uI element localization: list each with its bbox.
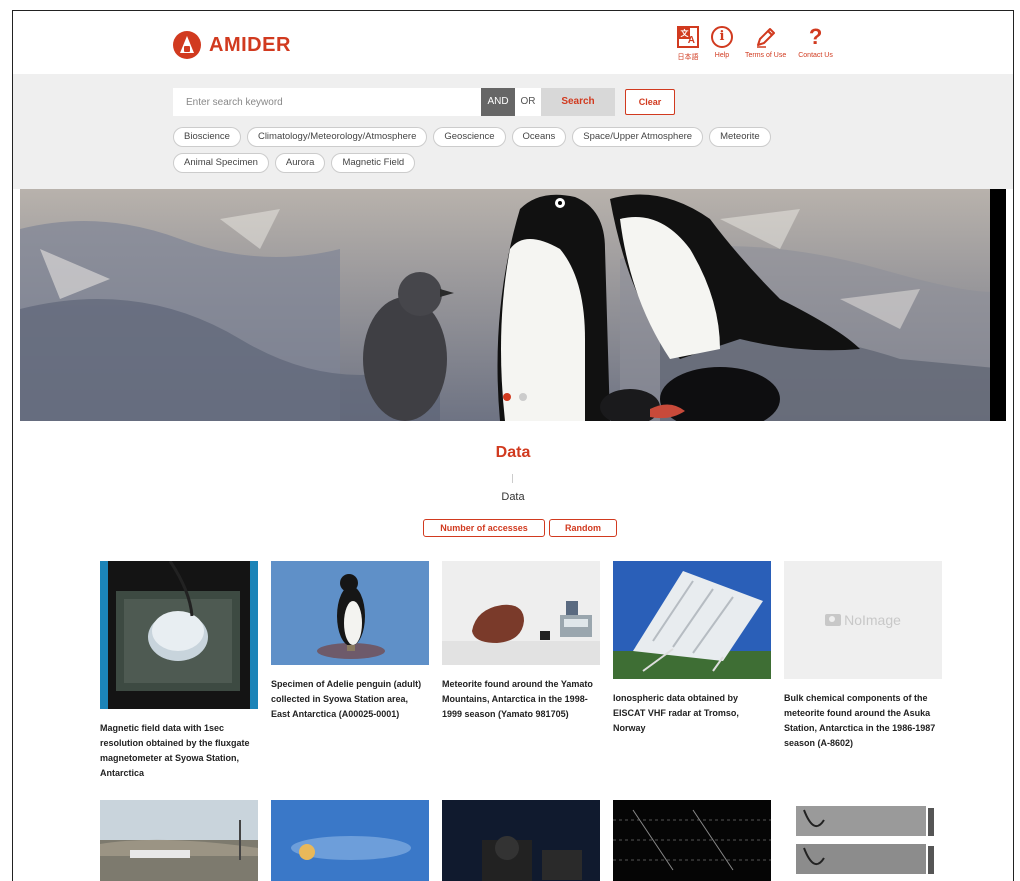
logo-text: AMIDER [209,33,291,56]
data-card[interactable] [442,800,602,881]
search-input[interactable] [173,88,481,116]
logo-mountain-icon [173,31,201,59]
no-image-label: NoImage [844,612,901,628]
category-chip-animal-specimen[interactable]: Animal Specimen [173,153,269,173]
data-card[interactable]: Meteorite found around the Yamato Mounta… [442,561,602,722]
data-card[interactable]: Magnetic field data with 1sec resolution… [100,561,260,781]
nav-item-help[interactable]: i Help [711,25,733,62]
site-header: AMIDER 文A 日本語 i Help Terms of Use ? Cont… [13,11,1013,74]
carousel-dot-1[interactable] [503,393,511,401]
category-chip-aurora[interactable]: Aurora [274,153,326,173]
nav-item-japanese[interactable]: 文A 日本語 [677,25,699,62]
japanese-language-icon: 文A [677,26,699,48]
section-divider [512,474,513,483]
card-title: Bulk chemical components of the meteorit… [784,693,936,748]
category-chip-bioscience[interactable]: Bioscience [173,127,241,147]
carousel-dot-2[interactable] [519,393,527,401]
hero-penguin-image [20,189,1006,421]
section-subtitle: Data [501,491,525,503]
category-chip-space[interactable]: Space/Upper Atmosphere [572,127,704,147]
camera-icon [825,614,842,626]
clear-button[interactable]: Clear [625,89,675,115]
question-icon: ? [808,24,823,49]
category-chip-meteorite[interactable]: Meteorite [709,127,771,147]
carousel-dots [503,393,527,401]
card-title: Specimen of Adelie penguin (adult) colle… [271,679,422,719]
card-no-image-placeholder: NoImage [784,561,942,679]
category-chip-magnetic-field[interactable]: Magnetic Field [331,153,416,173]
card-title: Magnetic field data with 1sec resolution… [100,723,250,778]
page-frame: AMIDER 文A 日本語 i Help Terms of Use ? Cont… [12,10,1014,881]
card-thumbnail [271,561,429,665]
header-nav: 文A 日本語 i Help Terms of Use ? Contact Us [677,24,845,62]
info-icon: i [711,26,733,48]
card-thumbnail [271,800,429,881]
nav-label-help: Help [714,52,730,59]
or-toggle-button[interactable]: OR [515,88,541,116]
search-button[interactable]: Search [541,88,615,116]
section-title: Data [495,444,531,461]
card-title: Meteorite found around the Yamato Mounta… [442,679,593,719]
and-toggle-button[interactable]: AND [481,88,515,116]
card-thumbnail [100,800,258,881]
sort-random-button[interactable]: Random [549,519,617,537]
search-row: AND OR Search Clear [173,88,675,116]
category-chip-geoscience[interactable]: Geoscience [433,127,506,147]
data-card[interactable]: Specimen of Adelie penguin (adult) colle… [271,561,431,722]
pencil-icon [756,28,775,48]
category-chip-oceans[interactable]: Oceans [511,127,567,147]
sort-by-accesses-button[interactable]: Number of accesses [423,519,545,537]
card-thumbnail [442,561,600,665]
nav-item-contact[interactable]: ? Contact Us [798,24,833,62]
nav-item-terms[interactable]: Terms of Use [745,25,786,62]
data-card[interactable] [784,800,944,881]
card-title: Ionospheric data obtained by EISCAT VHF … [613,693,739,733]
nav-label-japanese: 日本語 [677,54,699,61]
sort-buttons: Number of accesses Random [423,519,617,537]
search-panel: AND OR Search Clear Bioscience Climatolo… [13,74,1013,189]
category-chips: Bioscience Climatology/Meteorology/Atmos… [173,127,813,173]
data-card[interactable]: NoImage Bulk chemical components of the … [784,561,944,751]
card-thumbnail [613,800,771,881]
card-thumbnail [100,561,258,709]
data-card[interactable] [613,800,773,881]
card-thumbnail [784,800,942,881]
nav-label-contact: Contact Us [798,52,833,59]
nav-label-terms: Terms of Use [745,52,787,59]
hero-carousel[interactable] [20,189,1006,421]
data-card[interactable] [271,800,431,881]
category-chip-climatology[interactable]: Climatology/Meteorology/Atmosphere [246,127,428,147]
data-card[interactable]: Ionospheric data obtained by EISCAT VHF … [613,561,773,736]
card-thumbnail [613,561,771,679]
data-card[interactable] [100,800,260,881]
card-thumbnail [442,800,600,881]
site-logo[interactable]: AMIDER [173,31,291,59]
